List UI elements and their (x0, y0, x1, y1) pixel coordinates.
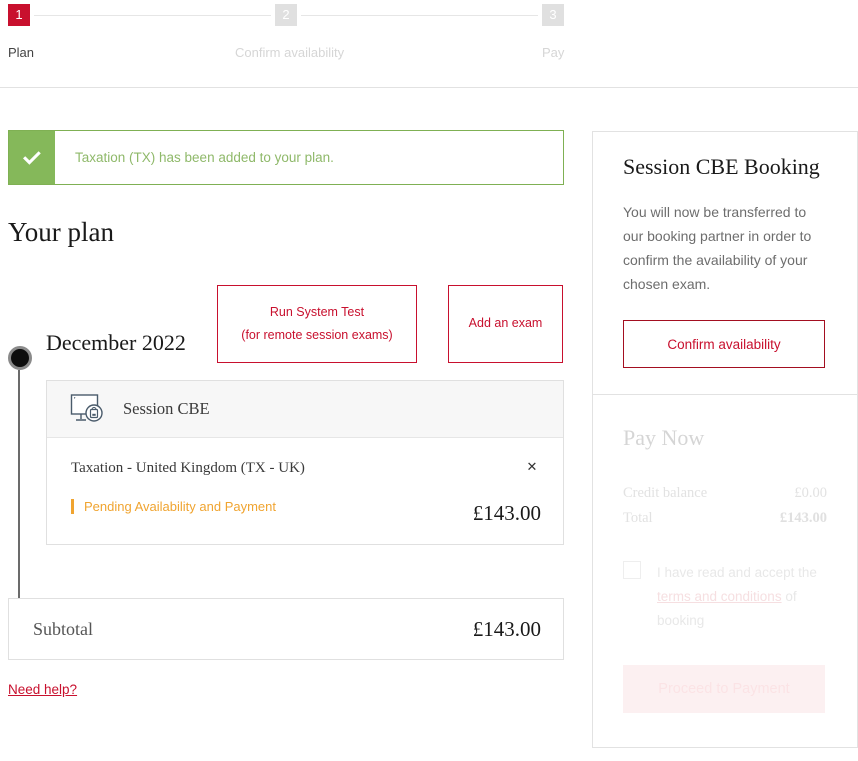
session-cbe-booking-panel: Session CBE Booking You will now be tran… (592, 131, 858, 396)
exam-card: Session CBE Taxation - United Kingdom (T… (46, 380, 564, 545)
add-exam-label: Add an exam (468, 316, 543, 331)
monitor-exam-icon (69, 392, 109, 426)
exam-card-body: Taxation - United Kingdom (TX - UK) ✕ Pe… (47, 438, 563, 544)
exam-type-label: Session CBE (123, 399, 210, 418)
total-label: Total (623, 510, 653, 527)
total-row: Total £143.00 (623, 510, 827, 527)
terms-text-before: I have read and accept the (657, 565, 817, 581)
terms-checkbox[interactable] (623, 561, 641, 580)
exam-card-header: Session CBE (47, 381, 563, 438)
subtotal-row: Subtotal £143.00 (8, 598, 564, 660)
terms-text: I have read and accept the terms and con… (657, 561, 827, 633)
stepper-labels: Plan Confirm availability Pay (8, 45, 564, 63)
success-alert-message: Taxation (TX) has been added to your pla… (75, 150, 334, 165)
timeline-dot (8, 346, 32, 370)
step-label-plan: Plan (8, 45, 35, 60)
add-exam-button[interactable]: Add an exam (448, 285, 563, 363)
terms-acceptance: I have read and accept the terms and con… (623, 561, 827, 633)
run-system-test-label-secondary: (for remote session exams) (241, 328, 393, 342)
terms-and-conditions-link[interactable]: terms and conditions (657, 589, 782, 604)
pay-now-panel: Pay Now Credit balance £0.00 Total £143.… (592, 395, 858, 749)
subtotal-value: £143.00 (472, 616, 541, 641)
subtotal-label: Subtotal (33, 618, 94, 639)
main-content: Taxation (TX) has been added to your pla… (8, 130, 564, 363)
stepper-badges: 1 2 3 (8, 4, 564, 26)
step-label-confirm-availability: Confirm availability (235, 45, 345, 60)
stepper-connector-2 (301, 15, 538, 16)
exam-price: £143.00 (472, 501, 541, 525)
step-badge-2[interactable]: 2 (275, 4, 297, 26)
pay-now-title: Pay Now (623, 425, 705, 451)
credit-balance-value: £0.00 (794, 485, 827, 502)
credit-balance-row: Credit balance £0.00 (623, 485, 827, 502)
booking-sidebar: Session CBE Booking You will now be tran… (592, 131, 858, 749)
progress-stepper: 1 2 3 Plan Confirm availability Pay (0, 0, 858, 88)
booking-page: 1 2 3 Plan Confirm availability Pay Taxa… (0, 0, 858, 761)
confirm-availability-button[interactable]: Confirm availability (623, 320, 825, 369)
status-badge: Pending Availability and Payment (71, 499, 541, 514)
run-system-test-button[interactable]: Run System Test (for remote session exam… (217, 285, 417, 363)
stepper-connector-1 (34, 15, 271, 16)
close-icon[interactable]: ✕ (523, 458, 541, 476)
timeline-line (18, 370, 20, 598)
exam-name: Taxation - United Kingdom (TX - UK) (71, 460, 305, 476)
booking-panel-body: You will now be transferred to our booki… (623, 204, 812, 293)
need-help-link[interactable]: Need help? (8, 682, 77, 697)
page-title: Your plan (8, 217, 115, 247)
step-badge-1[interactable]: 1 (8, 4, 30, 26)
timeline-month-heading: December 2022 (46, 330, 186, 355)
success-alert: Taxation (TX) has been added to your pla… (8, 130, 564, 185)
check-icon (9, 131, 55, 184)
step-badge-3[interactable]: 3 (542, 4, 564, 26)
booking-panel-title: Session CBE Booking (623, 154, 820, 179)
total-value: £143.00 (779, 510, 827, 527)
run-system-test-label-primary: Run System Test (269, 304, 365, 319)
step-label-pay: Pay (542, 45, 565, 60)
plan-header: Your plan Run System Test (for remote se… (8, 207, 564, 363)
credit-balance-label: Credit balance (623, 485, 708, 502)
proceed-to-payment-button[interactable]: Proceed to Payment (623, 665, 825, 714)
